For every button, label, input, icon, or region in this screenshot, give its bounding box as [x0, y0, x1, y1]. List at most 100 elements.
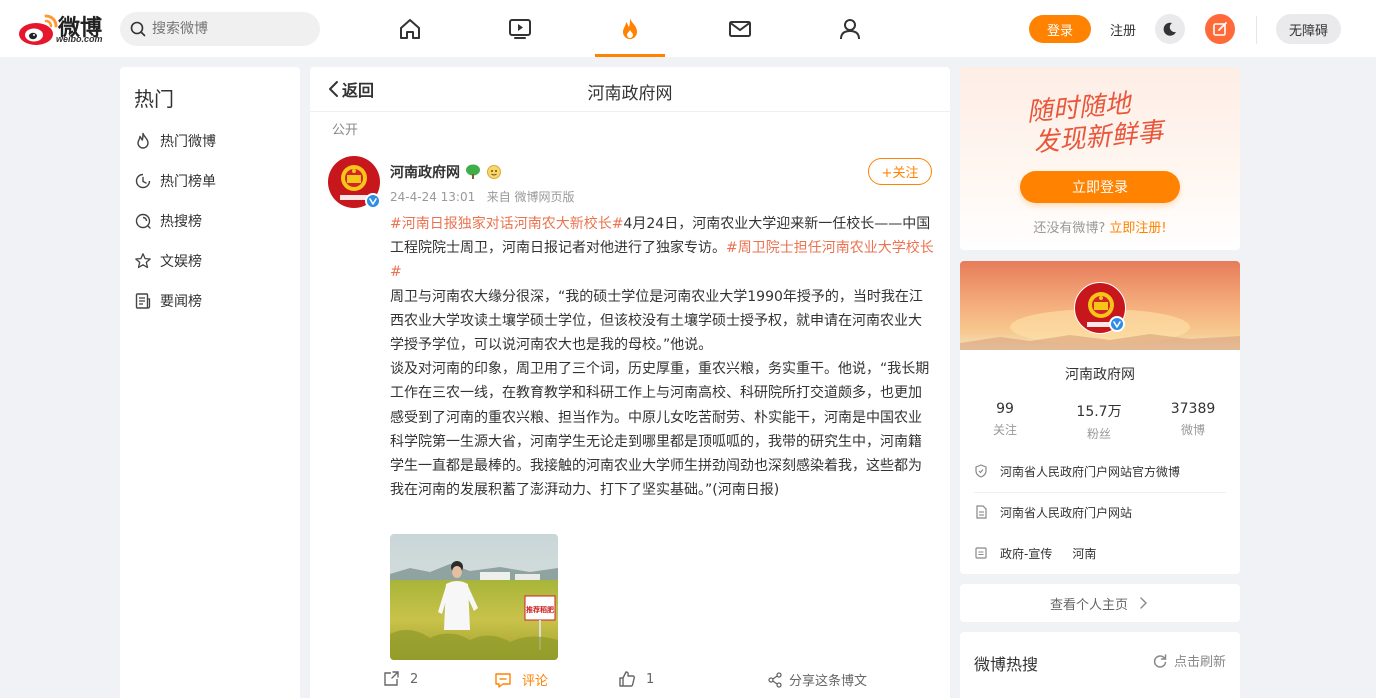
post-actions: 2 评论 1 分享这条博文	[310, 667, 950, 695]
home-icon	[400, 18, 420, 39]
refresh-icon	[1153, 653, 1167, 668]
news-icon	[135, 293, 151, 309]
login-promo-card: 随时随地 发现新鲜事 立即登录 还没有微博? 立即注册!	[960, 67, 1240, 250]
profile-intro: 河南省人民政府门户网站	[974, 492, 1226, 532]
thumb-up-icon	[619, 671, 635, 687]
comment-icon	[495, 672, 511, 688]
share-icon	[768, 671, 782, 688]
sidebar-item-label: 要闻榜	[160, 294, 202, 310]
post-content: #河南日报独家对话河南农大新校长#4月24日，河南农业大学迎来新一任校长——中国…	[390, 212, 935, 502]
repost-count: 2	[410, 671, 419, 687]
top-bar: 微博 weibo.com 登录 注册 无障碍	[0, 0, 1376, 57]
accessibility-button[interactable]: 无障碍	[1276, 14, 1341, 44]
logo-subtext: weibo.com	[56, 34, 103, 44]
hashtag-link[interactable]: #河南日报独家对话河南农大新校长#	[390, 216, 623, 232]
intro-text: 河南省人民政府门户网站	[1000, 505, 1133, 520]
stat-following[interactable]: 99 关注	[960, 401, 1050, 438]
author-name[interactable]: 河南政府网	[390, 162, 460, 182]
refresh-label: 点击刷新	[1173, 655, 1226, 670]
view-profile-label: 查看个人主页	[1049, 597, 1128, 613]
post-paragraph: 周卫与河南农大缘分很深，“我的硕士学位是河南农业大学1990年授予的，当时我在江…	[390, 288, 923, 354]
profile-card: 河南政府网 99 关注 15.7万 粉丝 37389 微博 河南省人民政府门户网…	[960, 261, 1240, 574]
stat-label: 粉丝	[1086, 427, 1111, 441]
mail-icon	[729, 20, 751, 37]
register-link[interactable]: 注册	[1110, 20, 1136, 39]
post-paragraph: 谈及对河南的印象，周卫用了三个词，历史厚重，重农兴粮，务实重干。他说，“我长期工…	[390, 361, 930, 499]
register-prompt-text: 还没有微博?	[1033, 221, 1106, 236]
sidebar-item-label: 热门榜单	[160, 174, 216, 190]
like-button[interactable]: 1	[618, 670, 654, 688]
view-profile-link[interactable]: 查看个人主页	[960, 584, 1240, 622]
search-ring-icon	[135, 213, 151, 229]
hot-search-card: 微博热搜 点击刷新	[960, 632, 1240, 698]
nav-profile[interactable]	[815, 0, 885, 57]
verified-desc-text: 河南省人民政府门户网站官方微博	[1000, 464, 1181, 479]
stat-number: 15.7万	[1076, 404, 1122, 420]
search-box[interactable]	[120, 12, 320, 46]
flame-icon	[137, 132, 149, 149]
sidebar-item-entertainment[interactable]: 文娱榜	[134, 249, 202, 273]
login-now-button[interactable]: 立即登录	[1020, 171, 1180, 203]
photo-sign: 推荐稻肥	[526, 605, 554, 614]
compose-button[interactable]	[1205, 14, 1235, 44]
verified-description: 河南省人民政府门户网站官方微博	[974, 451, 1226, 491]
clock-icon	[135, 173, 151, 189]
shield-icon	[975, 464, 987, 478]
search-input[interactable]	[152, 12, 312, 46]
sidebar-item-hot-weibo[interactable]: 热门微博	[134, 129, 216, 153]
stat-posts[interactable]: 37389 微博	[1148, 401, 1238, 438]
sidebar-title: 热门	[134, 87, 174, 111]
comment-button[interactable]: 评论	[494, 670, 548, 689]
register-prompt: 还没有微博? 立即注册!	[960, 217, 1240, 236]
stat-label: 微博	[1180, 423, 1205, 437]
post-source: 来自 微博网页版	[486, 190, 575, 204]
login-button[interactable]: 登录	[1029, 15, 1091, 43]
profile-name[interactable]: 河南政府网	[960, 364, 1240, 384]
promo-slogan: 随时随地 发现新鲜事	[1026, 86, 1165, 159]
share-label: 分享这条博文	[789, 674, 868, 689]
profile-icon	[840, 18, 860, 39]
post-time[interactable]: 24-4-24 13:01	[390, 190, 475, 204]
stat-number: 99	[996, 401, 1014, 417]
verified-badge-icon	[365, 193, 381, 209]
post-meta: 24-4-24 13:01 来自 微博网页版	[390, 188, 575, 205]
verified-badge-icon	[1109, 316, 1125, 332]
left-sidebar: 热门 热门微博 热门榜单 热搜榜 文娱榜 要闻榜	[120, 67, 300, 698]
star-icon	[135, 253, 151, 269]
document-icon	[976, 505, 987, 519]
sidebar-item-label: 热搜榜	[160, 214, 202, 230]
sidebar-item-news[interactable]: 要闻榜	[134, 289, 202, 313]
nav-video[interactable]	[485, 0, 555, 57]
like-count: 1	[646, 671, 655, 687]
rice-field-photo: 推荐稻肥	[390, 534, 558, 660]
nav-home[interactable]	[375, 0, 445, 57]
sidebar-item-hot-list[interactable]: 热门榜单	[134, 169, 216, 193]
visibility-label: 公开	[332, 123, 359, 138]
search-icon	[130, 21, 146, 37]
location-text: 河南	[1072, 546, 1097, 561]
video-icon	[509, 18, 531, 39]
stat-label: 关注	[992, 423, 1017, 437]
author-info: 河南政府网	[390, 162, 502, 182]
tag-text[interactable]: 政府-宣传	[1000, 545, 1052, 562]
share-button[interactable]: 分享这条博文	[767, 670, 867, 689]
weibo-logo[interactable]: 微博 weibo.com	[18, 10, 110, 46]
moon-icon	[1163, 22, 1176, 36]
post-photo[interactable]: 推荐稻肥	[390, 534, 558, 660]
nav-hot[interactable]	[595, 0, 665, 57]
stat-followers[interactable]: 15.7万 粉丝	[1054, 401, 1144, 442]
register-now-link[interactable]: 立即注册!	[1109, 221, 1166, 236]
repost-icon	[384, 671, 399, 686]
comment-label: 评论	[522, 674, 549, 689]
chevron-right-icon	[1140, 597, 1147, 609]
stat-number: 37389	[1170, 401, 1216, 417]
repost-button[interactable]: 2	[382, 670, 418, 688]
refresh-button[interactable]: 点击刷新	[1152, 651, 1226, 670]
post-header: 返回 河南政府网	[310, 67, 950, 112]
nav-messages[interactable]	[705, 0, 775, 57]
page-title: 河南政府网	[587, 84, 673, 104]
compose-icon	[1213, 22, 1227, 36]
dark-mode-button[interactable]	[1155, 14, 1185, 44]
follow-button[interactable]: +关注	[868, 158, 932, 185]
sidebar-item-hot-search[interactable]: 热搜榜	[134, 209, 202, 233]
